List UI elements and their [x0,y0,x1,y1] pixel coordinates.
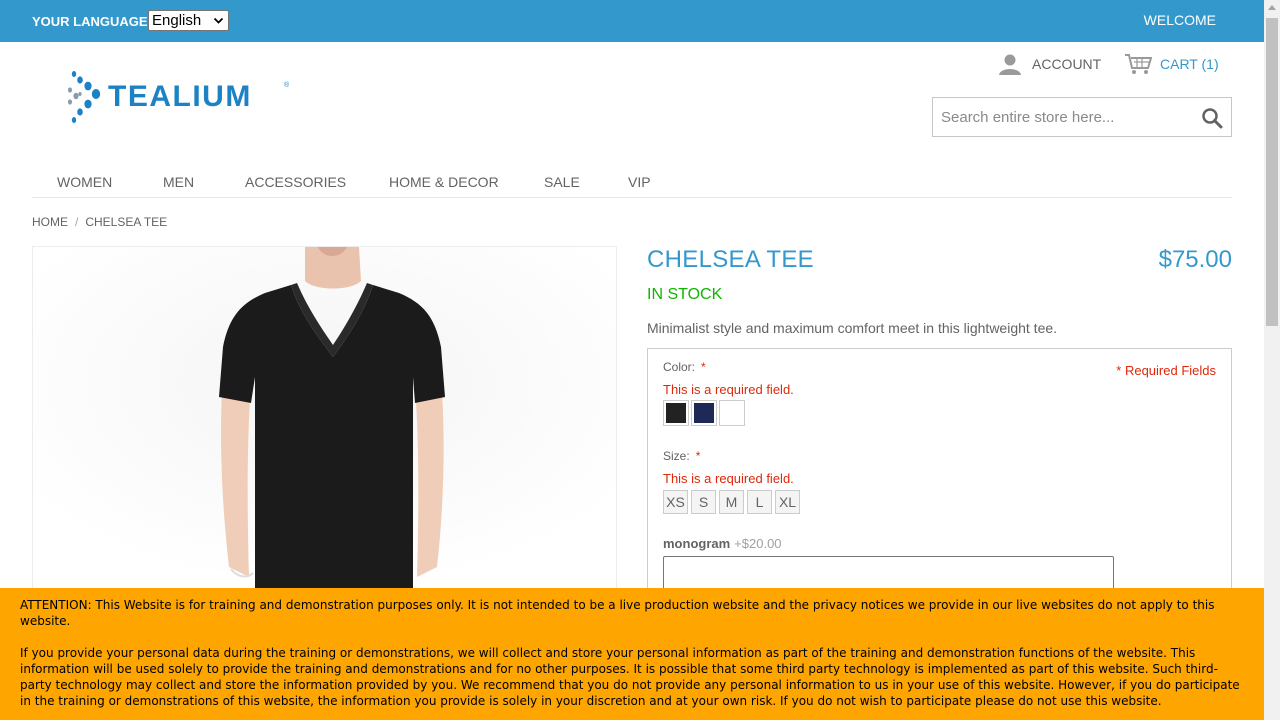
chevron-down-icon [213,17,224,24]
breadcrumb-separator: / [75,215,79,229]
monogram-label: monogram +$20.00 [663,536,782,551]
size-error: This is a required field. [663,471,794,486]
size-swatch-l[interactable]: L [747,490,772,514]
search-icon[interactable] [1201,107,1223,129]
logo-text[interactable]: TEALIUM [108,80,252,114]
nav-item-sale[interactable]: SALE [544,174,580,190]
size-label: Size: * [663,449,701,463]
search-form [932,97,1232,137]
size-swatch-m[interactable]: M [719,490,744,514]
breadcrumb-home[interactable]: HOME [32,215,68,229]
product-description: Minimalist style and maximum comfort mee… [647,320,1058,336]
user-icon [999,54,1021,75]
swatch-fill [694,403,714,423]
cart-count: (1) [1201,56,1219,72]
nav-item-women[interactable]: WOMEN [57,174,112,190]
scroll-up-arrow-icon[interactable] [1268,5,1276,10]
main-nav: WOMEN MEN ACCESSORIES HOME & DECOR SALE … [32,166,1232,198]
top-bar: YOUR LANGUAGE: English WELCOME [0,0,1264,42]
product-image[interactable] [32,246,617,588]
language-label: YOUR LANGUAGE: [32,14,152,29]
nav-item-vip[interactable]: VIP [628,174,651,190]
color-swatch-black[interactable] [663,400,689,426]
nav-item-men[interactable]: MEN [163,174,194,190]
scrollbar-thumb[interactable] [1266,18,1278,326]
notice-paragraph-1: ATTENTION: This Website is for training … [20,598,1215,628]
cart-link[interactable]: CART (1) [1124,52,1219,76]
swatch-fill [722,403,742,423]
product-price: $75.00 [1158,246,1232,273]
demo-notice-banner: ATTENTION: This Website is for training … [0,588,1264,720]
size-required-star: * [695,449,701,463]
size-swatch-xl[interactable]: XL [775,490,800,514]
account-label: ACCOUNT [1032,56,1102,72]
tealium-logo-icon[interactable] [66,70,106,124]
color-error: This is a required field. [663,382,794,397]
nav-item-home-decor[interactable]: HOME & DECOR [389,174,499,190]
cart-label: CART (1) [1160,56,1219,72]
welcome-text: WELCOME [1143,12,1216,28]
nav-item-accessories[interactable]: ACCESSORIES [245,174,346,190]
cart-icon [1125,54,1152,74]
swatch-fill [666,403,686,423]
color-label: Color: * [663,360,706,374]
product-options: Color: * * Required Fields This is a requ… [647,348,1232,598]
stock-status: IN STOCK [647,286,723,303]
size-swatch-xs[interactable]: XS [663,490,688,514]
color-required-star: * [701,360,706,374]
color-swatch-white[interactable] [719,400,745,426]
breadcrumb: HOME / CHELSEA TEE [32,215,167,229]
notice-paragraph-2: If you provide your personal data during… [20,646,1240,708]
logo-registered-mark: ® [284,82,290,89]
language-select[interactable]: English [148,10,229,31]
page-scrollbar[interactable] [1264,0,1280,720]
breadcrumb-current: CHELSEA TEE [85,215,168,229]
search-input[interactable] [933,98,1193,136]
product-name: CHELSEA TEE [647,246,814,273]
language-selected-value: English [152,12,202,29]
color-swatch-navy[interactable] [691,400,717,426]
account-link[interactable]: ACCOUNT [998,52,1101,76]
size-swatch-s[interactable]: S [691,490,716,514]
monogram-price: +$20.00 [734,536,782,551]
product-photo [33,247,616,588]
required-fields-note: * Required Fields [1116,363,1216,378]
